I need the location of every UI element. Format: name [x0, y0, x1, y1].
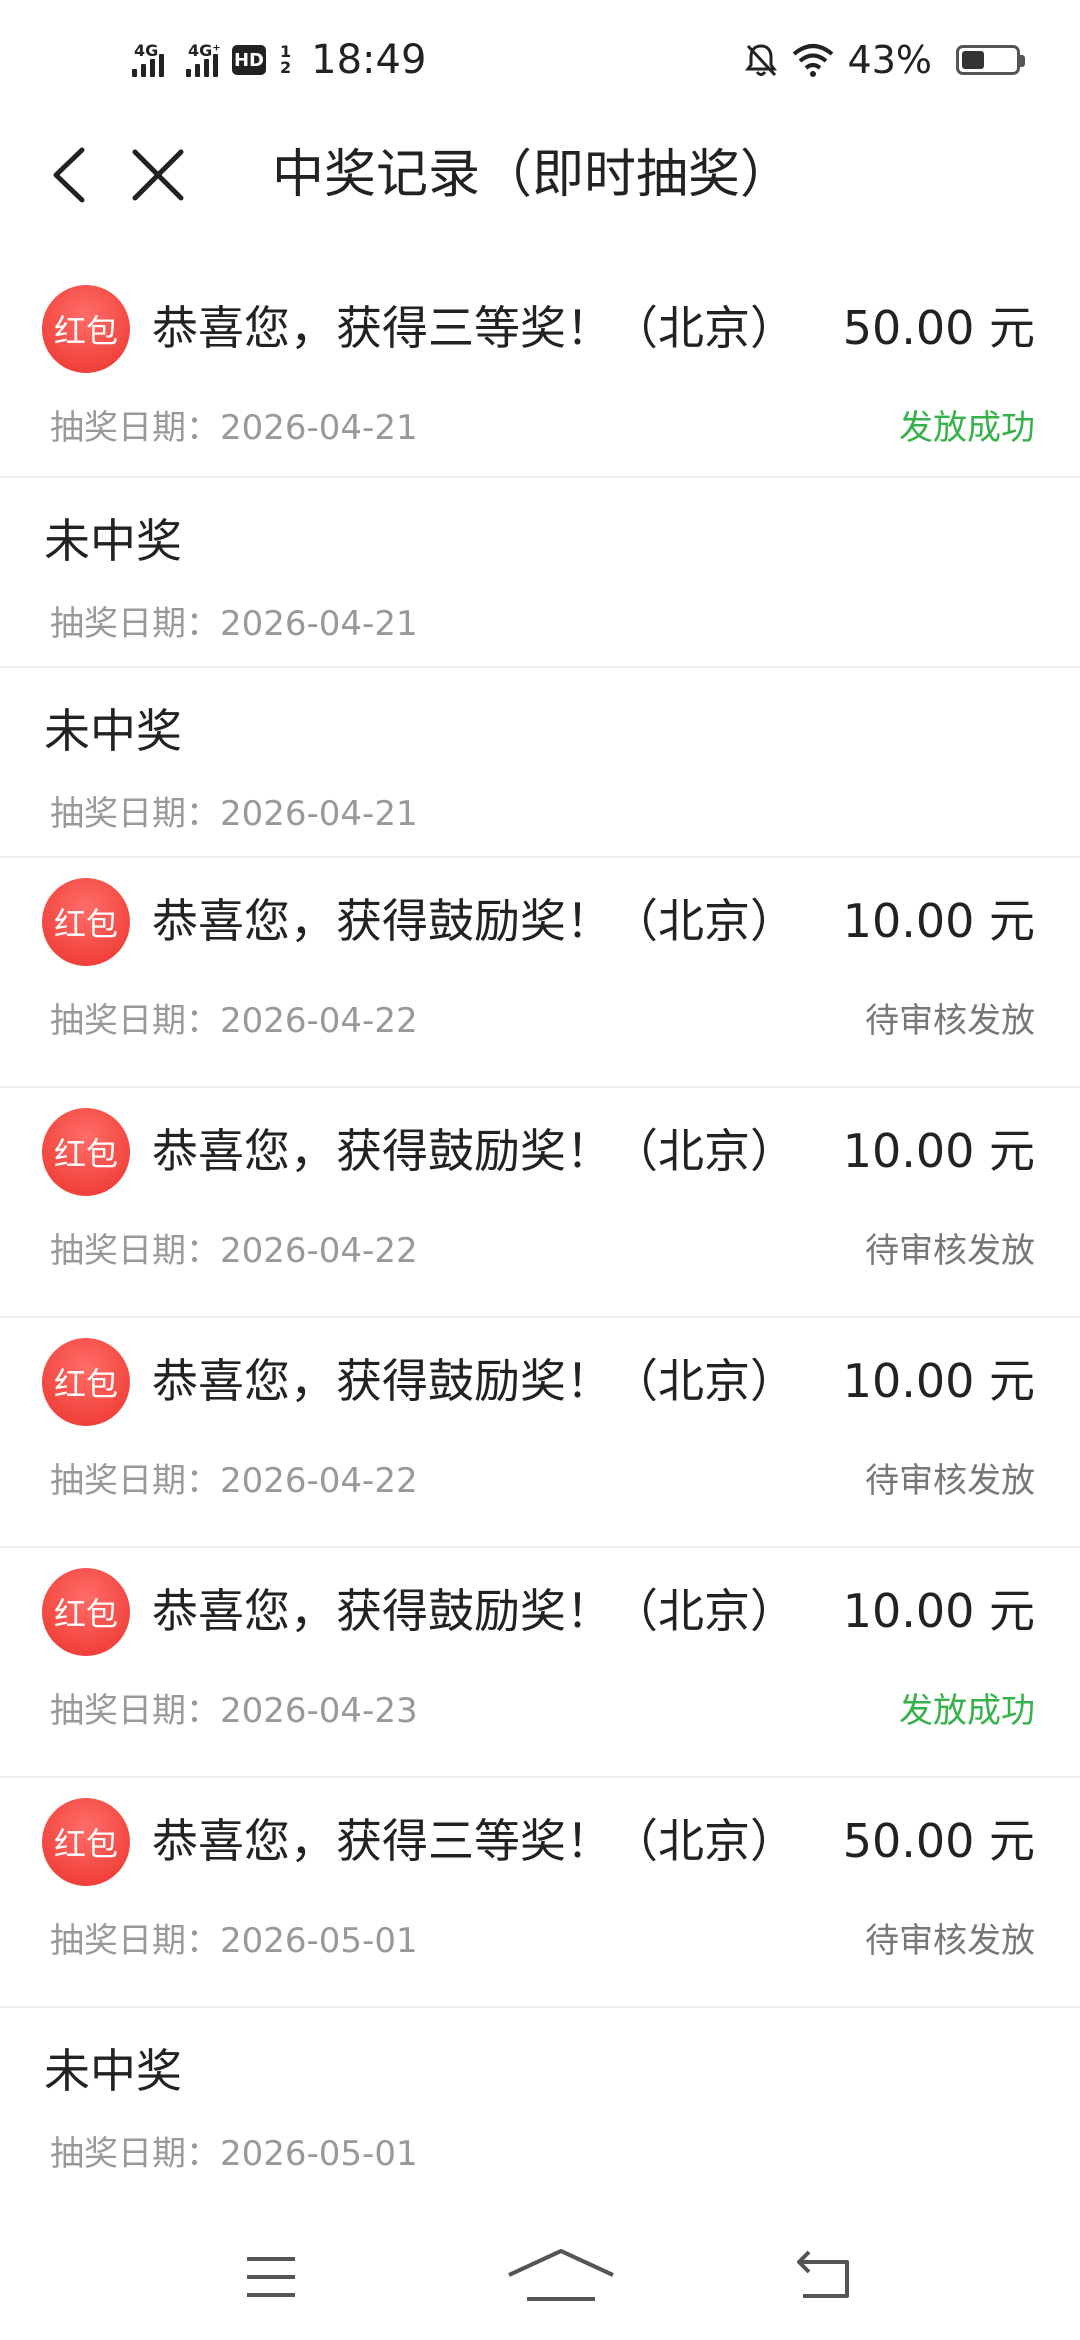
record-title: 未中奖: [44, 514, 182, 568]
record-title: 恭喜您，获得三等奖！（北京）: [152, 1814, 796, 1868]
red-packet-badge: 红包: [42, 1338, 130, 1426]
record-amount: 10.00 元: [842, 1124, 1035, 1178]
hd-sim-bottom: 2: [280, 58, 292, 77]
record-title: 未中奖: [44, 2044, 182, 2098]
hd-icon: HD: [232, 45, 266, 75]
record-status: 发放成功: [899, 1691, 1035, 1731]
record-date: 抽奖日期：2026-05-01: [50, 1921, 418, 1961]
record-item[interactable]: 红包 恭喜您，获得鼓励奖！（北京） 10.00 元 抽奖日期：2026-04-2…: [0, 1548, 1080, 1778]
record-date: 抽奖日期：2026-04-21: [50, 604, 418, 644]
status-time: 18:49: [311, 37, 427, 83]
back-chevron-icon[interactable]: [40, 142, 100, 208]
record-item[interactable]: 未中奖 抽奖日期：2026-04-21: [0, 668, 1080, 858]
battery-percent: 43%: [847, 38, 932, 82]
hd-sim-indicator: 1 2: [280, 44, 291, 76]
red-packet-badge: 红包: [42, 285, 130, 373]
record-date: 抽奖日期：2026-04-21: [50, 794, 418, 834]
record-date: 抽奖日期：2026-04-23: [50, 1691, 418, 1731]
record-item[interactable]: 红包 恭喜您，获得三等奖！（北京） 50.00 元 抽奖日期：2026-05-0…: [0, 1778, 1080, 2008]
red-packet-badge: 红包: [42, 1798, 130, 1886]
record-item[interactable]: 未中奖 抽奖日期：2026-05-01: [0, 2008, 1080, 2198]
record-status: 待审核发放: [865, 1461, 1035, 1501]
record-item[interactable]: 红包 恭喜您，获得鼓励奖！（北京） 10.00 元 抽奖日期：2026-04-2…: [0, 1318, 1080, 1548]
battery-icon: [956, 45, 1025, 75]
record-item[interactable]: 红包 恭喜您，获得鼓励奖！（北京） 10.00 元 抽奖日期：2026-04-2…: [0, 1088, 1080, 1318]
red-packet-badge: 红包: [42, 878, 130, 966]
system-nav-bar: [0, 2195, 1080, 2340]
record-date: 抽奖日期：2026-04-21: [50, 408, 418, 448]
record-amount: 50.00 元: [842, 301, 1035, 355]
menu-icon[interactable]: [245, 2255, 297, 2299]
status-bar: 4G 4G⁺ HD 1 2 18:49 43%: [0, 0, 1080, 120]
prize-record-list: 红包 恭喜您，获得三等奖！（北京） 50.00 元 抽奖日期：2026-04-2…: [0, 265, 1080, 2198]
record-item[interactable]: 未中奖 抽奖日期：2026-04-21: [0, 478, 1080, 668]
cell-signal-1-icon: 4G: [132, 41, 164, 77]
record-title: 恭喜您，获得三等奖！（北京）: [152, 301, 796, 355]
record-status: 发放成功: [899, 408, 1035, 448]
page-title: 中奖记录（即时抽奖）: [272, 145, 793, 205]
record-item[interactable]: 红包 恭喜您，获得鼓励奖！（北京） 10.00 元 抽奖日期：2026-04-2…: [0, 858, 1080, 1088]
red-packet-badge: 红包: [42, 1108, 130, 1196]
red-packet-badge: 红包: [42, 1568, 130, 1656]
status-right: 43%: [744, 38, 1025, 82]
nav-bar: 中奖记录（即时抽奖）: [0, 120, 1080, 230]
close-icon[interactable]: [125, 142, 191, 208]
record-date: 抽奖日期：2026-04-22: [50, 1001, 418, 1041]
signal-2-label: 4G⁺: [188, 41, 221, 60]
bell-off-icon: [744, 44, 777, 77]
record-status: 待审核发放: [865, 1921, 1035, 1961]
record-amount: 10.00 元: [842, 894, 1035, 948]
status-left: 4G 4G⁺ HD 1 2 18:49: [132, 37, 426, 83]
record-status: 待审核发放: [865, 1231, 1035, 1271]
record-title: 未中奖: [44, 704, 182, 758]
record-title: 恭喜您，获得鼓励奖！（北京）: [152, 894, 796, 948]
record-status: 待审核发放: [865, 1001, 1035, 1041]
wifi-icon: [792, 44, 833, 77]
record-item[interactable]: 红包 恭喜您，获得三等奖！（北京） 50.00 元 抽奖日期：2026-04-2…: [0, 265, 1080, 478]
record-amount: 10.00 元: [842, 1354, 1035, 1408]
record-date: 抽奖日期：2026-05-01: [50, 2134, 418, 2174]
record-title: 恭喜您，获得鼓励奖！（北京）: [152, 1354, 796, 1408]
cell-signal-2-icon: 4G⁺: [186, 41, 221, 77]
signal-1-label: 4G: [134, 41, 159, 60]
record-date: 抽奖日期：2026-04-22: [50, 1461, 418, 1501]
record-amount: 10.00 元: [842, 1584, 1035, 1638]
home-icon[interactable]: [505, 2247, 617, 2303]
record-title: 恭喜您，获得鼓励奖！（北京）: [152, 1584, 796, 1638]
record-title: 恭喜您，获得鼓励奖！（北京）: [152, 1124, 796, 1178]
record-date: 抽奖日期：2026-04-22: [50, 1231, 418, 1271]
record-amount: 50.00 元: [842, 1814, 1035, 1868]
back-icon[interactable]: [795, 2250, 853, 2300]
